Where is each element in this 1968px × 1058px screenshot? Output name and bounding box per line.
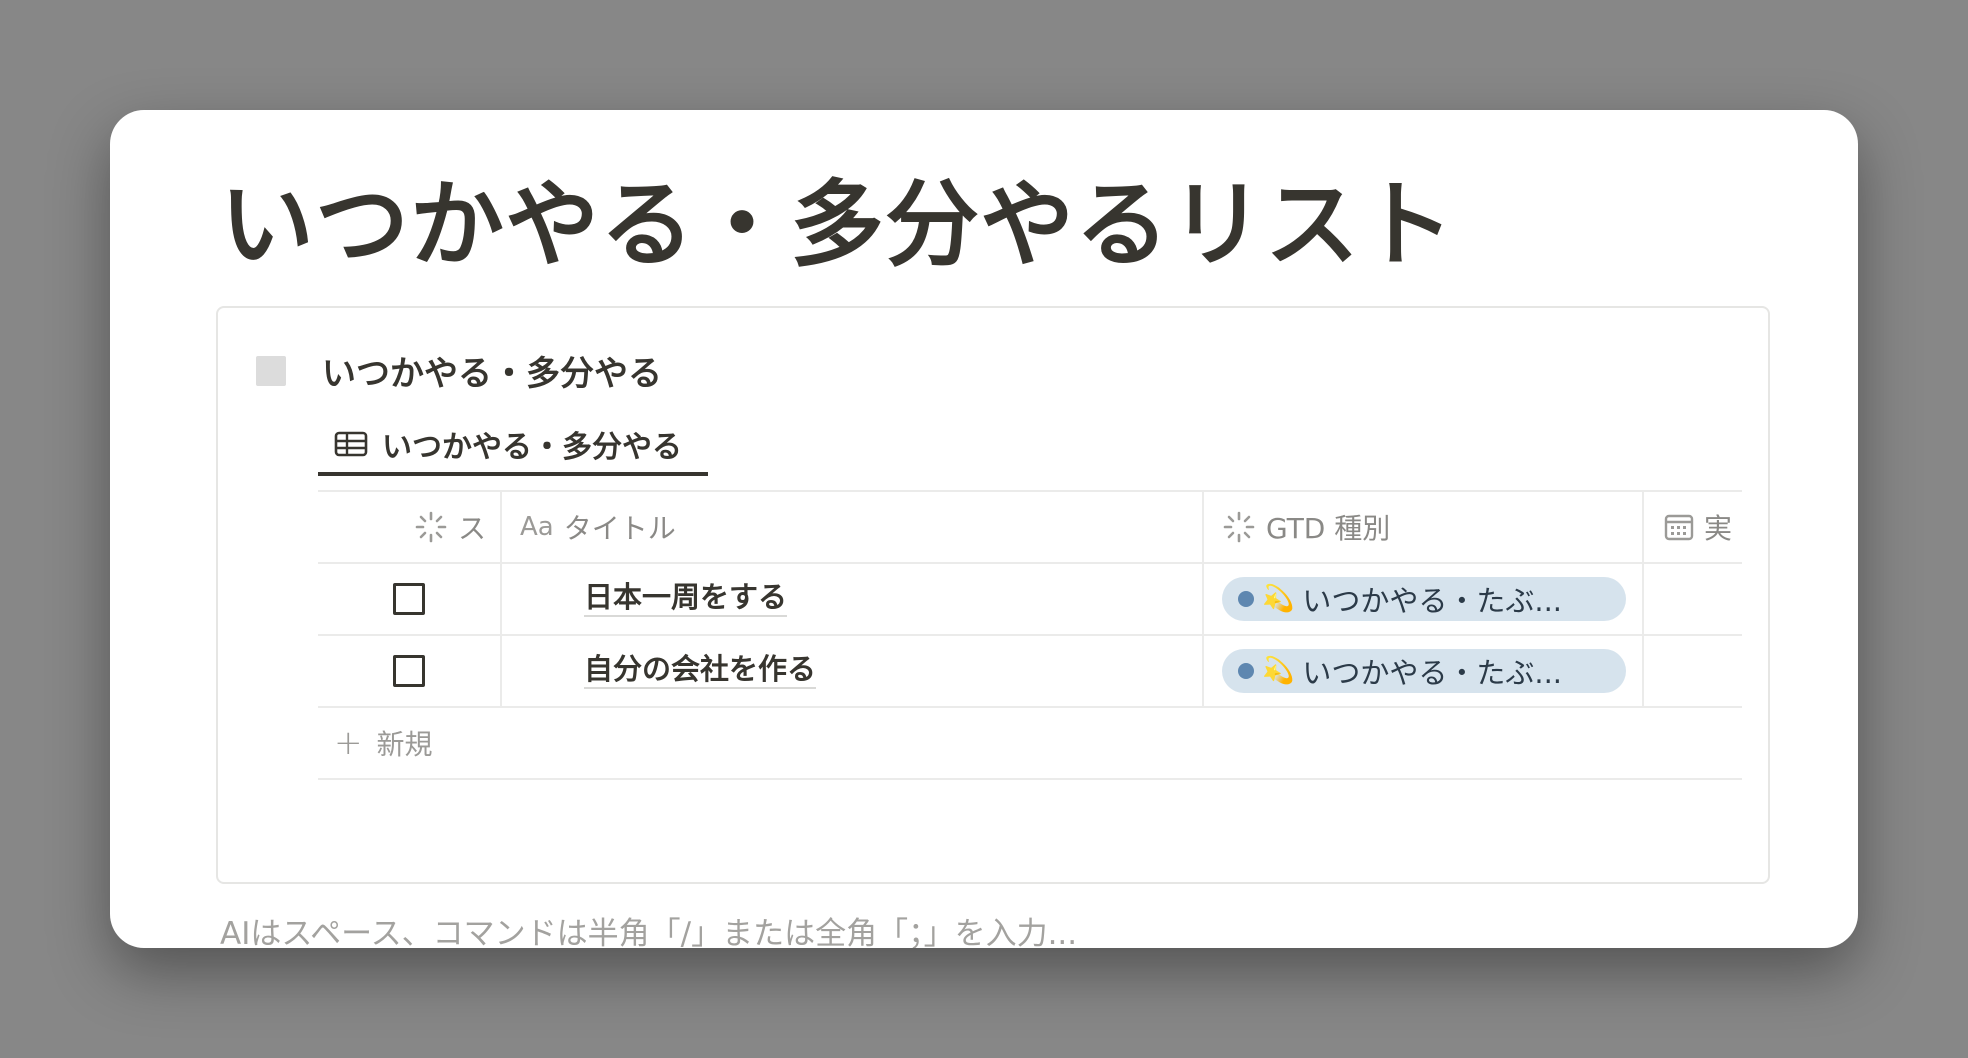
tag-dot-icon bbox=[1238, 591, 1254, 607]
table-header-row: ス Aa タイトル GTD 種別 実 bbox=[318, 492, 1742, 564]
gtd-type-tag[interactable]: 💫 いつかやる・たぶ... bbox=[1222, 577, 1626, 621]
date-cell[interactable] bbox=[1644, 564, 1742, 634]
column-label: タイトル bbox=[563, 512, 676, 545]
table-row: 自分の会社を作る 💫 いつかやる・たぶ... bbox=[318, 636, 1742, 708]
date-cell[interactable] bbox=[1644, 636, 1742, 706]
table-row: 日本一周をする 💫 いつかやる・たぶ... bbox=[318, 564, 1742, 636]
column-label: ス bbox=[457, 512, 486, 545]
title-cell[interactable]: 自分の会社を作る bbox=[502, 636, 1204, 706]
page-title[interactable]: いつかやる・多分やるリスト bbox=[220, 170, 1455, 283]
status-cell bbox=[318, 636, 502, 706]
column-header-status[interactable]: ス bbox=[318, 492, 502, 562]
column-header-gtd-type[interactable]: GTD 種別 bbox=[1204, 492, 1644, 562]
editor-placeholder[interactable]: AIはスペース、コマンドは半角「/」または全角「；」を入力... bbox=[220, 908, 1077, 948]
tag-dot-icon bbox=[1238, 663, 1254, 679]
calendar-icon bbox=[1664, 513, 1694, 541]
notion-page-window: いつかやる・多分やるリスト いつかやる・多分やる いつかやる・多分やる ス Aa… bbox=[110, 110, 1858, 948]
gtd-type-cell[interactable]: 💫 いつかやる・たぶ... bbox=[1204, 636, 1644, 706]
add-new-row-button[interactable]: + 新規 bbox=[318, 708, 1742, 780]
status-icon bbox=[414, 510, 448, 544]
new-row-label: 新規 bbox=[376, 728, 433, 761]
title-aa-icon: Aa bbox=[520, 512, 554, 542]
table-icon bbox=[334, 431, 368, 457]
title-cell[interactable]: 日本一周をする bbox=[502, 564, 1204, 634]
status-checkbox[interactable] bbox=[393, 583, 425, 615]
column-label: 実 bbox=[1704, 512, 1733, 545]
status-cell bbox=[318, 564, 502, 634]
database-table: ス Aa タイトル GTD 種別 実 日本一周をする 💫 いつかやる・たぶ...… bbox=[318, 490, 1742, 780]
tag-label: いつかやる・たぶ... bbox=[1302, 584, 1563, 618]
gtd-type-tag[interactable]: 💫 いつかやる・たぶ... bbox=[1222, 649, 1626, 693]
tag-label: いつかやる・たぶ... bbox=[1302, 656, 1563, 690]
column-header-date[interactable]: 実 bbox=[1644, 492, 1742, 562]
row-title[interactable]: 自分の会社を作る bbox=[584, 652, 817, 689]
column-header-title[interactable]: Aa タイトル bbox=[502, 492, 1204, 562]
column-label: GTD 種別 bbox=[1266, 512, 1391, 545]
plus-icon: + bbox=[334, 723, 363, 763]
view-tab-table[interactable]: いつかやる・多分やる bbox=[318, 416, 708, 476]
gtd-type-cell[interactable]: 💫 いつかやる・たぶ... bbox=[1204, 564, 1644, 634]
status-icon bbox=[1222, 510, 1256, 544]
database-title[interactable]: いつかやる・多分やる bbox=[322, 346, 662, 395]
row-title[interactable]: 日本一周をする bbox=[584, 580, 788, 617]
status-checkbox[interactable] bbox=[393, 655, 425, 687]
dizzy-icon: 💫 bbox=[1262, 584, 1295, 614]
view-tab-label: いつかやる・多分やる bbox=[382, 430, 682, 465]
dizzy-icon: 💫 bbox=[1262, 656, 1295, 686]
database-page-icon[interactable] bbox=[256, 356, 286, 386]
linked-database-block: いつかやる・多分やる いつかやる・多分やる ス Aa タイトル GTD 種別 実… bbox=[216, 306, 1770, 884]
